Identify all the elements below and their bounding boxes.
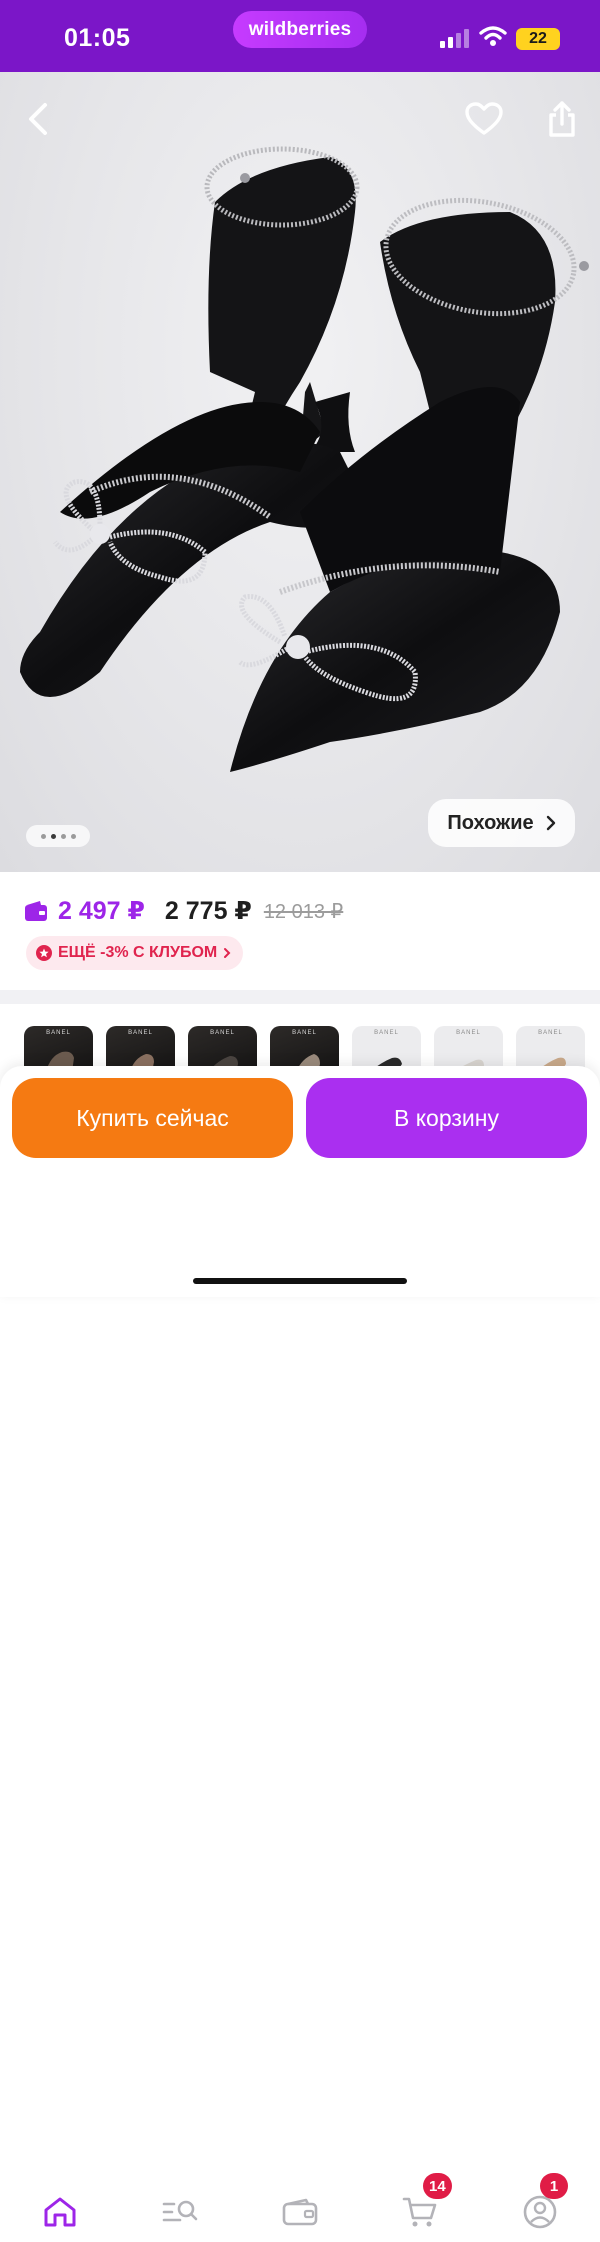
favorite-button[interactable]	[462, 97, 506, 141]
thumbnail-brand-label: BANEL	[46, 1030, 71, 1036]
chevron-left-icon	[29, 103, 47, 135]
brand-name: wildberries	[248, 18, 352, 40]
tab-home[interactable]	[30, 2182, 90, 2242]
cart-count-badge: 14	[423, 2173, 452, 2199]
thumbnail-brand-label: BANEL	[292, 1030, 317, 1036]
chevron-right-icon	[546, 815, 555, 831]
brand-logo[interactable]: wildberries	[233, 11, 367, 48]
chevron-right-icon	[224, 948, 231, 958]
tab-profile[interactable]: 1	[510, 2173, 570, 2242]
status-time: 01:05	[64, 24, 131, 52]
add-to-cart-label: В корзину	[394, 1104, 499, 1131]
similar-label: Похожие	[447, 811, 534, 834]
bottom-tab-bar: 14 1	[0, 2173, 600, 2242]
bottom-action-bar: Купить сейчас В корзину 14 1	[0, 1066, 600, 2229]
battery-level: 22	[529, 30, 547, 47]
thumbnail-brand-label: BANEL	[128, 1030, 153, 1036]
share-icon	[549, 101, 575, 137]
back-button[interactable]	[16, 97, 60, 141]
price-original: 12 013 ₽	[263, 900, 344, 923]
price-wallet: 2 497 ₽	[58, 897, 145, 925]
thumbnail-brand-label: BANEL	[456, 1030, 481, 1036]
tab-catalog-search[interactable]	[150, 2182, 210, 2242]
wallet-icon	[282, 2198, 318, 2226]
cart-icon	[402, 2197, 437, 2227]
add-to-cart-button[interactable]: В корзину	[306, 1078, 587, 1158]
home-icon	[44, 2197, 76, 2227]
club-discount-button[interactable]: ЕЩЁ -3% С КЛУБОМ	[26, 936, 244, 970]
price-card: 2 497 ₽ 2 775 ₽ 12 013 ₽ ЕЩЁ -3% С КЛУБО…	[0, 872, 600, 990]
product-photo	[20, 146, 589, 772]
product-image-gallery[interactable]: Похожие	[0, 72, 600, 872]
pagination-dot	[60, 833, 66, 839]
star-icon	[36, 945, 52, 961]
tab-cart[interactable]: 14	[390, 2173, 452, 2242]
wallet-icon	[25, 901, 47, 921]
heart-icon	[465, 102, 503, 135]
price-row: 2 497 ₽ 2 775 ₽ 12 013 ₽	[24, 896, 343, 926]
thumbnail-brand-label: BANEL	[374, 1030, 399, 1036]
home-indicator	[193, 1278, 407, 1284]
pagination-dot	[40, 833, 46, 839]
club-offer-label: ЕЩЁ -3% С КЛУБОМ	[58, 944, 218, 961]
section-divider	[0, 990, 600, 1004]
share-button[interactable]	[540, 97, 584, 141]
price-regular: 2 775 ₽	[164, 897, 252, 925]
pagination-dot-active	[50, 833, 56, 839]
thumbnail-brand-label: BANEL	[538, 1030, 563, 1036]
buy-now-label: Купить сейчас	[76, 1104, 229, 1131]
profile-icon	[523, 2195, 557, 2229]
wifi-icon	[479, 26, 507, 46]
search-list-icon	[162, 2200, 198, 2222]
status-bar: 01:05 wildberries 22	[0, 0, 600, 72]
tab-wallet[interactable]	[270, 2182, 330, 2242]
pagination-dot	[70, 833, 76, 839]
thumbnail-brand-label: BANEL	[210, 1030, 235, 1036]
similar-products-button[interactable]: Похожие	[428, 799, 575, 847]
cellular-signal-icon	[440, 29, 469, 48]
buy-now-button[interactable]: Купить сейчас	[12, 1078, 293, 1158]
gallery-pagination	[26, 825, 90, 847]
profile-notification-badge: 1	[540, 2173, 568, 2199]
battery-indicator: 22	[516, 28, 560, 50]
